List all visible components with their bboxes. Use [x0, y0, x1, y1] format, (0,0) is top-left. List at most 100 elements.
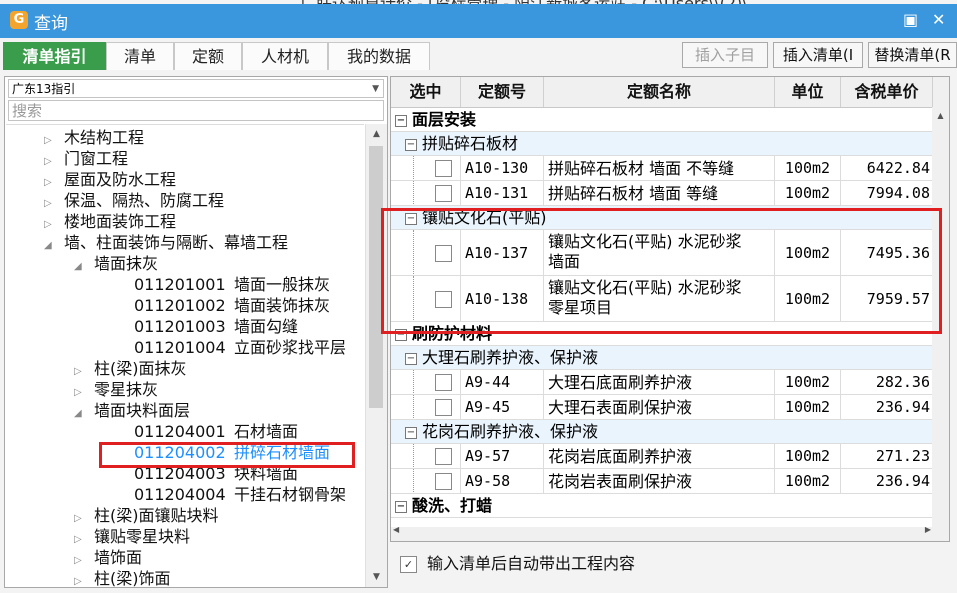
grid-hscrollbar[interactable]: ◀ ▶ — [391, 525, 933, 541]
tree-node[interactable]: ◢ 墙面块料面层 — [74, 400, 190, 421]
quota-row[interactable]: A9-45 大理石表面刷保护液 100m2 236.94 — [391, 395, 933, 420]
tree-node[interactable]: 011204001 石材墙面 — [134, 421, 298, 442]
quota-row[interactable]: A10-130 拼贴碎石板材 墙面 不等缝 100m2 6422.84 — [391, 156, 933, 181]
tree-collapse-icon[interactable]: ◢ — [74, 256, 88, 277]
tab-quota[interactable]: 定额 — [174, 42, 242, 70]
quota-row[interactable]: A10-131 拼贴碎石板材 墙面 等缝 100m2 7994.08 — [391, 181, 933, 206]
tree-collapse-icon[interactable]: ◢ — [74, 403, 88, 424]
search-input[interactable]: 搜索 — [8, 100, 384, 121]
group-label: − 酸洗、打蜡 — [395, 494, 492, 518]
collapse-icon[interactable]: − — [405, 138, 417, 151]
collapse-icon[interactable]: − — [395, 500, 407, 513]
tree-node[interactable]: ◢ 墙、柱面装饰与隔断、幕墙工程 — [44, 232, 288, 253]
tree-node[interactable]: ▷ 镶贴零星块料 — [74, 526, 190, 547]
col-quota-name[interactable]: 定额名称 — [544, 77, 775, 107]
dialog-title: 查询 — [34, 14, 68, 34]
group-header-row[interactable]: − 酸洗、打蜡 — [391, 494, 933, 518]
subgroup-row[interactable]: − 大理石刷养护液、保护液 — [391, 346, 933, 370]
tree-node[interactable]: ◢ 墙面抹灰 — [74, 253, 158, 274]
quota-name: 大理石底面刷养护液 — [544, 370, 775, 394]
tab-list-guide[interactable]: 清单指引 — [3, 42, 106, 70]
tree-node[interactable]: ▷ 柱(梁)饰面 — [74, 568, 171, 588]
unit-cell: 100m2 — [775, 395, 841, 419]
tree-node[interactable]: 011201004 立面砂浆找平层 — [134, 337, 346, 358]
quota-name: 花岗岩底面刷养护液 — [544, 444, 775, 468]
quota-name: 大理石表面刷保护液 — [544, 395, 775, 419]
list-code: 011201003 — [134, 317, 226, 336]
tree-node[interactable]: ▷ 屋面及防水工程 — [44, 169, 176, 190]
collapse-icon[interactable]: − — [405, 426, 417, 439]
collapse-icon[interactable]: − — [395, 114, 407, 127]
scroll-right-icon[interactable]: ▶ — [925, 525, 931, 534]
col-quota-code[interactable]: 定额号 — [461, 77, 544, 107]
row-checkbox[interactable] — [435, 160, 452, 177]
tree-node[interactable]: ▷ 墙饰面 — [74, 547, 142, 568]
insert-child-button[interactable]: 插入子目 — [682, 42, 768, 68]
list-name: 墙面勾缝 — [234, 317, 299, 336]
tree-node[interactable]: ▷ 木结构工程 — [44, 127, 144, 148]
tab-list[interactable]: 清单 — [106, 42, 174, 70]
close-icon[interactable]: ✕ — [932, 10, 945, 29]
group-label-text: 花岗石刷养护液、保护液 — [422, 422, 599, 441]
tree-node[interactable]: ▷ 零星抹灰 — [74, 379, 158, 400]
tree-node[interactable]: ▷ 保温、隔热、防腐工程 — [44, 190, 224, 211]
scroll-down-icon[interactable]: ▼ — [366, 567, 387, 587]
tab-my-data[interactable]: 我的数据 — [328, 42, 430, 70]
quota-row[interactable]: A9-44 大理石底面刷养护液 100m2 282.36 — [391, 370, 933, 395]
tree-node-label: 墙面抹灰 — [94, 254, 159, 273]
row-checkbox[interactable] — [435, 374, 452, 391]
row-checkbox[interactable] — [435, 473, 452, 490]
collapse-icon[interactable]: − — [405, 352, 417, 365]
scroll-up-icon[interactable]: ▲ — [366, 124, 387, 144]
guide-library-select[interactable]: 广东13指引 ▼ — [8, 79, 384, 98]
tree-node[interactable]: ▷ 楼地面装饰工程 — [44, 211, 176, 232]
tree-collapse-icon[interactable]: ◢ — [44, 235, 58, 256]
tree-scrollbar[interactable]: ▲ ▼ — [365, 124, 387, 587]
quota-code: A9-58 — [461, 469, 544, 493]
row-checkbox[interactable] — [435, 448, 452, 465]
scroll-up-icon[interactable]: ▲ — [932, 107, 949, 125]
quota-code: A10-130 — [461, 156, 544, 180]
price-cell: 236.94 — [841, 469, 933, 493]
quota-row[interactable]: A9-58 花岗岩表面刷保护液 100m2 236.94 — [391, 469, 933, 494]
insert-list-button[interactable]: 插入清单(I — [773, 42, 863, 68]
quota-code: A9-45 — [461, 395, 544, 419]
col-unit[interactable]: 单位 — [775, 77, 841, 107]
select-cell — [391, 444, 461, 468]
col-tax-price[interactable]: 含税单价 — [841, 77, 933, 107]
row-checkbox[interactable] — [435, 185, 452, 202]
tree-node[interactable]: ▷ 柱(梁)面抹灰 — [74, 358, 187, 379]
quota-code: A9-44 — [461, 370, 544, 394]
price-cell: 271.23 — [841, 444, 933, 468]
tree-node[interactable]: ▷ 柱(梁)面镶贴块料 — [74, 505, 219, 526]
row-checkbox[interactable] — [435, 399, 452, 416]
title-bar: G 查询 ▣ ✕ — [0, 4, 957, 38]
subgroup-row[interactable]: − 花岗石刷养护液、保护液 — [391, 420, 933, 444]
tab-labor-material-machine[interactable]: 人材机 — [242, 42, 328, 70]
auto-bring-content-option[interactable]: ✓ 输入清单后自动带出工程内容 — [400, 552, 635, 576]
tree-node-label: 木结构工程 — [64, 128, 145, 147]
dropdown-arrow-icon: ▼ — [372, 84, 379, 94]
tree-node[interactable]: 011201001 墙面一般抹灰 — [134, 274, 330, 295]
tab-strip: 清单指引 清单 定额 人材机 我的数据 插入子目 插入清单(I 替换清单(R — [0, 38, 957, 71]
col-select[interactable]: 选中 — [391, 77, 461, 107]
group-label-text: 拼贴碎石板材 — [422, 134, 519, 153]
tree-node[interactable]: ▷ 门窗工程 — [44, 148, 128, 169]
tree-node[interactable]: 011201003 墙面勾缝 — [134, 316, 298, 337]
tree-node-label: 柱(梁)面镶贴块料 — [94, 506, 219, 525]
select-cell — [391, 370, 461, 394]
highlight-box-grid — [381, 208, 942, 334]
group-header-row[interactable]: − 面层安装 — [391, 108, 933, 132]
tree-node[interactable]: 011204004 干挂石材钢骨架 — [134, 484, 346, 505]
scroll-left-icon[interactable]: ◀ — [393, 525, 399, 534]
quota-row[interactable]: A9-57 花岗岩底面刷养护液 100m2 271.23 — [391, 444, 933, 469]
tree-expand-icon[interactable]: ▷ — [74, 571, 88, 588]
replace-list-button[interactable]: 替换清单(R — [868, 42, 957, 68]
list-code: 011204001 — [134, 422, 226, 441]
tree-node[interactable]: 011201002 墙面装饰抹灰 — [134, 295, 330, 316]
subgroup-row[interactable]: − 拼贴碎石板材 — [391, 132, 933, 156]
auto-bring-checkbox[interactable]: ✓ — [400, 556, 417, 573]
pin-window-icon[interactable]: ▣ — [903, 10, 918, 29]
price-cell: 236.94 — [841, 395, 933, 419]
price-cell: 282.36 — [841, 370, 933, 394]
